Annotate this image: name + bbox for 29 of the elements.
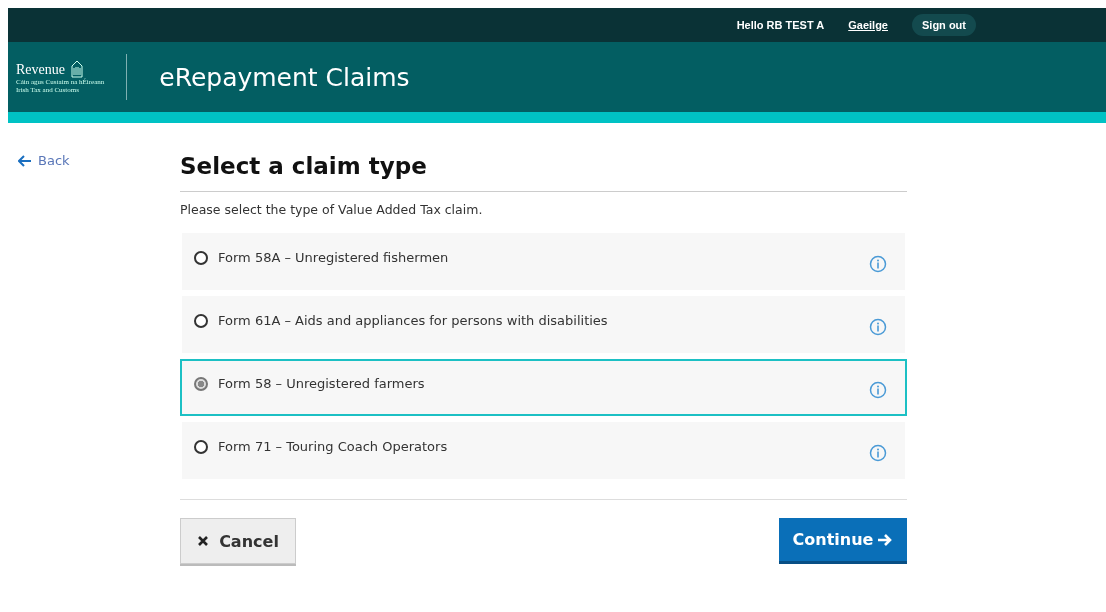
claim-option[interactable]: Form 71 – Touring Coach Operators — [182, 422, 905, 479]
radio-button[interactable] — [194, 313, 208, 328]
claim-option[interactable]: Form 61A – Aids and appliances for persons with disabilities — [182, 296, 905, 353]
arrow-right-icon — [877, 532, 894, 547]
option-label: Form 58A – Unregistered fishermen — [218, 250, 450, 265]
option-label: Form 61A – Aids and appliances for persons with disabilities — [218, 313, 609, 328]
info-icon[interactable] — [869, 254, 887, 273]
greeting-text: Hello RB TEST A — [736, 19, 825, 31]
language-link[interactable]: Gaeilge — [848, 19, 888, 31]
sign-out-button[interactable]: Sign out — [912, 14, 976, 36]
cancel-button[interactable]: Cancel — [180, 518, 296, 564]
radio-button[interactable] — [194, 439, 208, 454]
radio-button[interactable] — [194, 376, 208, 391]
close-icon — [197, 535, 210, 547]
claim-option[interactable]: Form 58 – Unregistered farmers — [180, 359, 907, 416]
option-label: Form 71 – Touring Coach Operators — [218, 439, 449, 454]
option-label: Form 58 – Unregistered farmers — [218, 376, 426, 391]
logo-text: Revenue — [16, 62, 65, 78]
claim-option[interactable]: Form 58A – Unregistered fishermen — [182, 233, 905, 290]
description-text: Please select the type of Value Added Tax claim. — [180, 202, 484, 217]
back-link[interactable]: Back — [8, 153, 180, 173]
info-icon[interactable] — [869, 317, 887, 336]
radio-button[interactable] — [194, 250, 208, 265]
page-heading: Select a claim type — [180, 153, 907, 192]
continue-button[interactable]: Continue — [779, 518, 907, 561]
app-title: eRepayment Claims — [159, 62, 410, 92]
back-arrow-icon — [18, 155, 32, 167]
info-icon[interactable] — [869, 380, 887, 399]
info-icon[interactable] — [869, 443, 887, 462]
